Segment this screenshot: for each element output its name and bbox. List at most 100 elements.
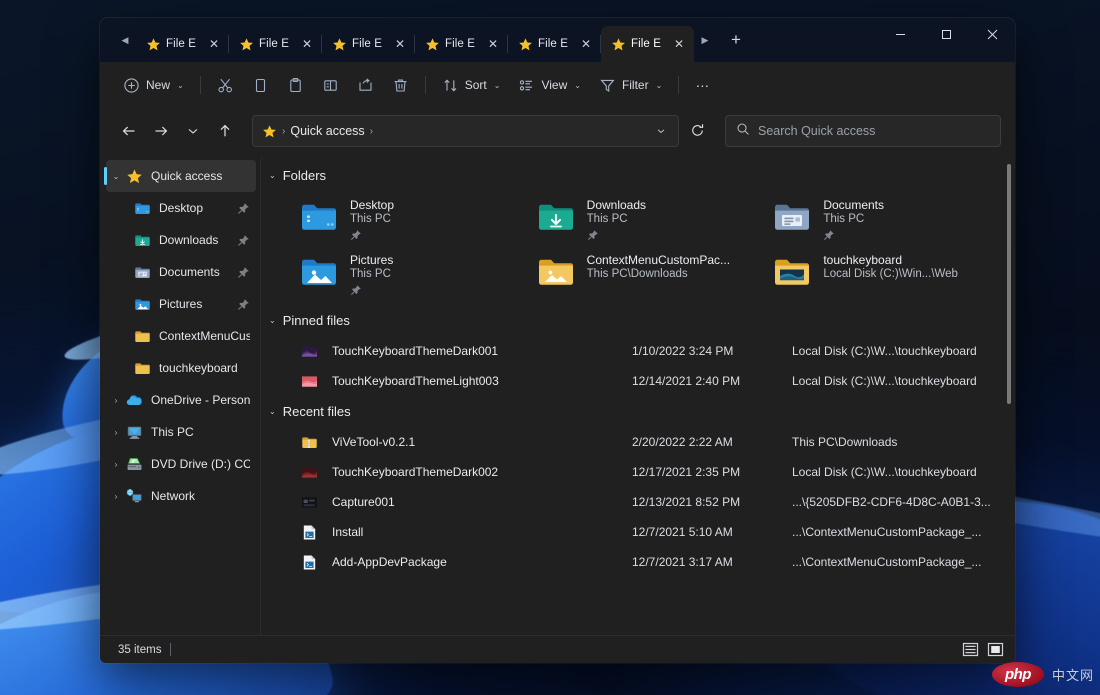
share-button[interactable] [348, 69, 383, 101]
file-row[interactable]: TouchKeyboardThemeDark0011/10/2022 3:24 … [271, 336, 1005, 366]
tab-close-button[interactable]: ✕ [392, 36, 408, 52]
maximize-button[interactable] [923, 18, 969, 50]
copy-button[interactable] [243, 69, 278, 101]
downloads-folder-icon [134, 232, 151, 249]
chevron-down-icon[interactable]: ⌄ [269, 171, 276, 180]
sidebar-item-desktop[interactable]: Desktop [106, 192, 256, 224]
scrollbar-thumb[interactable] [1007, 164, 1011, 404]
tab-1[interactable]: File E✕ [229, 26, 322, 62]
expander-icon[interactable]: › [106, 460, 126, 469]
window-controls [877, 18, 1015, 62]
file-date: 12/13/2021 8:52 PM [632, 495, 792, 509]
delete-button[interactable] [383, 69, 418, 101]
file-row[interactable]: TouchKeyboardThemeLight00312/14/2021 2:4… [271, 366, 1005, 396]
pinned-files-group-header[interactable]: ⌄ Pinned files [261, 309, 1015, 334]
folder-tile[interactable]: DesktopThis PC [295, 191, 528, 246]
sidebar-item-dvd-drive-d-ccco[interactable]: › DVD Drive (D:) CCCO [106, 448, 256, 480]
large-icons-view-button[interactable] [986, 640, 1005, 659]
file-row[interactable]: Capture00112/13/2021 8:52 PM...\{5205DFB… [271, 487, 1005, 517]
tab-close-button[interactable]: ✕ [206, 36, 222, 52]
recent-files-group-header[interactable]: ⌄ Recent files [261, 400, 1015, 425]
sidebar-item-label: Network [151, 489, 250, 503]
file-row[interactable]: Install12/7/2021 5:10 AM...\ContextMenuC… [271, 517, 1005, 547]
chevron-down-icon: ⌄ [574, 81, 581, 90]
folder-tile[interactable]: DocumentsThis PC [768, 191, 1001, 246]
file-row[interactable]: Add-AppDevPackage12/7/2021 3:17 AM...\Co… [271, 547, 1005, 577]
sidebar-item-onedrive-personal[interactable]: › OneDrive - Personal [106, 384, 256, 416]
chevron-down-icon: ⌄ [494, 81, 501, 90]
folders-group-header[interactable]: ⌄ Folders [261, 164, 1015, 189]
folder-location: This PC [350, 268, 393, 280]
forward-button[interactable] [146, 116, 176, 146]
refresh-button[interactable] [683, 116, 713, 146]
tab-5[interactable]: File E✕ [601, 26, 694, 62]
file-path: Local Disk (C:)\W...\touchkeyboard [792, 374, 999, 388]
breadcrumb-separator[interactable]: › [370, 126, 373, 137]
sidebar-item-touchkeyboard[interactable]: touchkeyboard [106, 352, 256, 384]
tab-close-button[interactable]: ✕ [485, 36, 501, 52]
recent-locations-button[interactable] [178, 116, 208, 146]
sidebar-item-this-pc[interactable]: › This PC [106, 416, 256, 448]
status-left: 35 items [118, 643, 961, 656]
breadcrumb-bar[interactable]: › Quick access › [252, 115, 679, 147]
file-name: TouchKeyboardThemeLight003 [332, 374, 632, 388]
tab-4[interactable]: File E✕ [508, 26, 601, 62]
file-name: Add-AppDevPackage [332, 555, 632, 569]
file-row[interactable]: TouchKeyboardThemeDark00212/17/2021 2:35… [271, 457, 1005, 487]
content-pane: ⌄ Folders DesktopThis PC DownloadsThis P… [260, 154, 1015, 635]
paste-button[interactable] [278, 69, 313, 101]
content-scroll-area[interactable]: ⌄ Folders DesktopThis PC DownloadsThis P… [261, 154, 1015, 635]
cut-button[interactable] [208, 69, 243, 101]
minimize-button[interactable] [877, 18, 923, 50]
more-options-button[interactable]: … [686, 69, 720, 101]
search-box[interactable] [725, 115, 1001, 147]
folder-tile[interactable]: touchkeyboardLocal Disk (C:)\Win...\Web [768, 246, 1001, 301]
tab-2[interactable]: File E✕ [322, 26, 415, 62]
tab-3[interactable]: File E ✕ [415, 26, 508, 62]
tab-scroll-left-button[interactable]: ◀ [114, 22, 136, 58]
folder-name: Documents [823, 198, 884, 212]
view-button[interactable]: View ⌄ [509, 69, 590, 101]
breadcrumb: › Quick access › [262, 124, 648, 139]
folders-group-title: Folders [283, 168, 326, 183]
breadcrumb-dropdown-button[interactable] [648, 118, 674, 144]
tab-0[interactable]: File E✕ [136, 26, 229, 62]
tab-close-button[interactable]: ✕ [299, 36, 315, 52]
folder-tile[interactable]: PicturesThis PC [295, 246, 528, 301]
chevron-down-icon[interactable]: ⌄ [269, 316, 276, 325]
folder-tile[interactable]: ContextMenuCustomPac...This PC\Downloads [532, 246, 765, 301]
expander-icon[interactable]: › [106, 396, 126, 405]
up-button[interactable] [210, 116, 240, 146]
expander-icon[interactable]: › [106, 492, 126, 501]
tabs-container: File E✕File E✕File E✕File E✕File E✕File … [136, 26, 694, 62]
tab-scroll-right-button[interactable]: ▶ [694, 22, 716, 58]
sidebar-item-quick-access[interactable]: ⌄ Quick access [106, 160, 256, 192]
new-button[interactable]: New ⌄ [114, 69, 193, 101]
star-icon [332, 37, 347, 52]
back-button[interactable] [114, 116, 144, 146]
breadcrumb-current[interactable]: Quick access [290, 124, 364, 138]
sidebar-item-downloads[interactable]: Downloads [106, 224, 256, 256]
vertical-scrollbar[interactable] [1003, 164, 1013, 631]
filter-button[interactable]: Filter ⌄ [590, 69, 671, 101]
tab-label: File E [445, 38, 480, 50]
tab-close-button[interactable]: ✕ [671, 36, 687, 52]
details-view-button[interactable] [961, 640, 980, 659]
folder-tile[interactable]: DownloadsThis PC [532, 191, 765, 246]
sidebar-item-documents[interactable]: Documents [106, 256, 256, 288]
rename-button[interactable] [313, 69, 348, 101]
sort-button[interactable]: Sort ⌄ [433, 69, 510, 101]
expander-icon[interactable]: ⌄ [106, 172, 126, 181]
expander-icon[interactable]: › [106, 428, 126, 437]
file-row[interactable]: ViVeTool-v0.2.12/20/2022 2:22 AMThis PC\… [271, 427, 1005, 457]
sidebar-item-contextmenucust[interactable]: ContextMenuCust [106, 320, 256, 352]
sidebar-item-pictures[interactable]: Pictures [106, 288, 256, 320]
new-tab-button[interactable]: + [722, 25, 750, 55]
close-button[interactable] [969, 18, 1015, 50]
tab-close-button[interactable]: ✕ [578, 36, 594, 52]
search-input[interactable] [758, 124, 990, 138]
sidebar-item-network[interactable]: › Network [106, 480, 256, 512]
chevron-down-icon[interactable]: ⌄ [269, 407, 276, 416]
sidebar-item-label: Quick access [151, 169, 250, 183]
sidebar-item-label: OneDrive - Personal [151, 393, 250, 407]
